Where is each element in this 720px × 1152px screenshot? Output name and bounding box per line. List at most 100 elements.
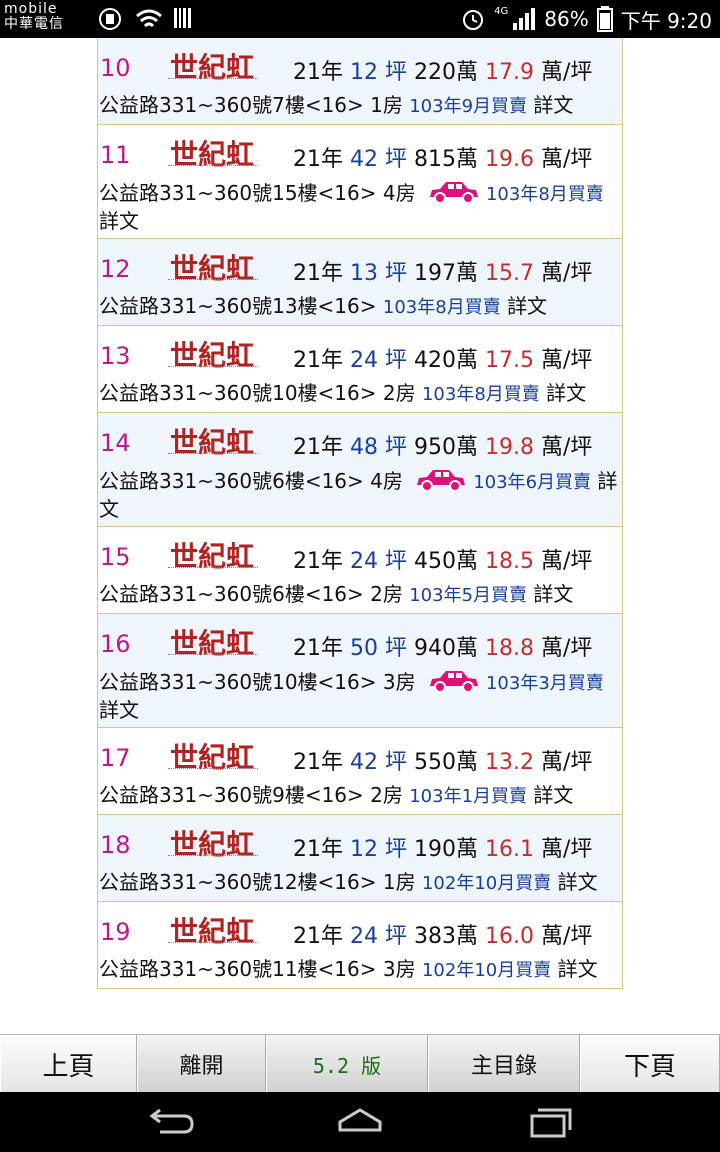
agency-logo: 世紀虹	[168, 336, 280, 372]
unit-price: 19.6	[485, 147, 541, 172]
unit-price: 16.0	[485, 924, 541, 949]
listing-table: 10 世紀虹 21年 12 坪 220萬 17.9 萬/坪 公益路331~360…	[97, 38, 623, 989]
agency-logo: 世紀虹	[168, 738, 280, 774]
main-menu-button[interactable]: 主目錄	[428, 1035, 580, 1093]
alarm-icon	[463, 10, 484, 30]
agency-logo-text: 世紀虹	[170, 339, 255, 372]
row-index: 18	[100, 831, 131, 859]
address-text: 公益路331~360號15樓<16> 4房	[99, 181, 422, 205]
floor-area: 50	[350, 636, 385, 661]
detail-link[interactable]: 詳文	[533, 582, 573, 606]
row-stats: 21年 12 坪 220萬 17.9 萬/坪	[293, 54, 592, 86]
car-icon	[429, 182, 478, 204]
row-summary: 12 世紀虹 21年 13 坪 197萬 15.7 萬/坪	[98, 245, 622, 293]
unit-price: 13.2	[485, 750, 541, 775]
row-index: 12	[100, 255, 131, 283]
address-text: 公益路331~360號6樓<16> 2房	[99, 582, 410, 606]
row-details: 公益路331~360號6樓<16> 4房 103年6月買賣 詳文	[98, 467, 622, 522]
row-stats: 21年 50 坪 940萬 18.8 萬/坪	[293, 630, 592, 662]
trade-date-link[interactable]: 103年5月買賣	[409, 585, 527, 606]
trade-date-link[interactable]: 103年8月買賣	[422, 384, 540, 405]
building-age: 21年	[293, 750, 350, 775]
table-row[interactable]: 11 世紀虹 21年 42 坪 815萬 19.6 萬/坪 公益路331~360…	[98, 125, 622, 239]
row-details: 公益路331~360號13樓<16> 103年8月買賣 詳文	[98, 293, 622, 321]
trade-date-link[interactable]: 103年8月買賣	[383, 297, 501, 318]
total-price: 550萬	[414, 750, 485, 775]
car-icon	[417, 470, 466, 492]
trade-date-link[interactable]: 102年10月買賣	[422, 873, 551, 894]
detail-link[interactable]: 詳文	[558, 870, 598, 894]
detail-link[interactable]: 詳文	[533, 783, 573, 807]
back-icon[interactable]	[140, 1106, 200, 1138]
detail-link[interactable]: 詳文	[99, 209, 139, 233]
exit-button[interactable]: 離開	[137, 1035, 266, 1093]
prev-page-button[interactable]: 上頁	[0, 1035, 137, 1093]
building-age: 21年	[293, 147, 350, 172]
unit-price: 15.7	[485, 261, 541, 286]
trade-date-link[interactable]: 103年6月買賣	[473, 472, 591, 493]
next-page-button[interactable]: 下頁	[580, 1035, 720, 1093]
building-age: 21年	[293, 60, 350, 85]
floor-area: 13	[350, 261, 385, 286]
detail-link[interactable]: 詳文	[546, 381, 586, 405]
recent-apps-icon[interactable]	[520, 1106, 580, 1138]
detail-link[interactable]: 詳文	[558, 957, 598, 981]
row-index: 13	[100, 342, 131, 370]
barcode-icon	[174, 8, 191, 28]
ping-unit: 坪	[385, 435, 414, 460]
agency-logo: 世紀虹	[168, 624, 280, 660]
table-row[interactable]: 12 世紀虹 21年 13 坪 197萬 15.7 萬/坪 公益路331~360…	[98, 239, 622, 326]
floor-area: 48	[350, 435, 385, 460]
unit-price-label: 萬/坪	[540, 348, 593, 373]
detail-link[interactable]: 詳文	[533, 93, 573, 117]
home-icon[interactable]	[330, 1106, 390, 1138]
building-age: 21年	[293, 636, 350, 661]
listing-content[interactable]: 10 世紀虹 21年 12 坪 220萬 17.9 萬/坪 公益路331~360…	[0, 38, 720, 1034]
unit-price: 18.8	[485, 636, 541, 661]
row-index: 16	[100, 630, 131, 658]
row-index: 10	[100, 54, 131, 82]
trade-date-link[interactable]: 103年9月買賣	[409, 96, 527, 117]
unit-price-label: 萬/坪	[540, 924, 593, 949]
address-text: 公益路331~360號7樓<16> 1房	[99, 93, 410, 117]
detail-link[interactable]: 詳文	[99, 698, 139, 722]
battery-level: 86%	[544, 7, 589, 31]
total-price: 220萬	[414, 60, 485, 85]
version-button[interactable]: 5.2 版	[266, 1035, 428, 1093]
address-text: 公益路331~360號12樓<16> 1房	[99, 870, 422, 894]
row-summary: 16 世紀虹 21年 50 坪 940萬 18.8 萬/坪	[98, 620, 622, 668]
detail-link[interactable]: 詳文	[507, 294, 547, 318]
trade-date-link[interactable]: 103年8月買賣	[486, 184, 604, 205]
floor-area: 42	[350, 750, 385, 775]
table-row[interactable]: 16 世紀虹 21年 50 坪 940萬 18.8 萬/坪 公益路331~360…	[98, 614, 622, 728]
row-stats: 21年 24 坪 383萬 16.0 萬/坪	[293, 918, 592, 950]
address-text: 公益路331~360號11樓<16> 3房	[99, 957, 422, 981]
battery-icon	[596, 6, 613, 32]
row-stats: 21年 42 坪 550萬 13.2 萬/坪	[293, 744, 592, 776]
table-row[interactable]: 17 世紀虹 21年 42 坪 550萬 13.2 萬/坪 公益路331~360…	[98, 728, 622, 815]
unit-price-label: 萬/坪	[540, 636, 593, 661]
floor-area: 24	[350, 924, 385, 949]
table-row[interactable]: 10 世紀虹 21年 12 坪 220萬 17.9 萬/坪 公益路331~360…	[98, 38, 622, 125]
floor-area: 24	[350, 348, 385, 373]
agency-logo: 世紀虹	[168, 825, 280, 861]
row-stats: 21年 48 坪 950萬 19.8 萬/坪	[293, 429, 592, 461]
trade-date-link[interactable]: 103年3月買賣	[486, 673, 604, 694]
ping-unit: 坪	[385, 636, 414, 661]
trade-date-link[interactable]: 103年1月買賣	[409, 786, 527, 807]
table-row[interactable]: 13 世紀虹 21年 24 坪 420萬 17.5 萬/坪 公益路331~360…	[98, 326, 622, 413]
trade-date-link[interactable]: 102年10月買賣	[422, 960, 551, 981]
unit-price: 16.1	[485, 837, 541, 862]
table-row[interactable]: 15 世紀虹 21年 24 坪 450萬 18.5 萬/坪 公益路331~360…	[98, 527, 622, 614]
total-price: 450萬	[414, 549, 485, 574]
floor-area: 42	[350, 147, 385, 172]
carrier-label: mobile 中華電信	[4, 2, 64, 32]
carrier-line1: mobile	[4, 1, 58, 17]
row-summary: 19 世紀虹 21年 24 坪 383萬 16.0 萬/坪	[98, 908, 622, 956]
total-price: 190萬	[414, 837, 485, 862]
table-row[interactable]: 19 世紀虹 21年 24 坪 383萬 16.0 萬/坪 公益路331~360…	[98, 902, 622, 989]
table-row[interactable]: 14 世紀虹 21年 48 坪 950萬 19.8 萬/坪 公益路331~360…	[98, 413, 622, 527]
carrier-line2: 中華電信	[4, 16, 64, 32]
row-index: 17	[100, 744, 131, 772]
table-row[interactable]: 18 世紀虹 21年 12 坪 190萬 16.1 萬/坪 公益路331~360…	[98, 815, 622, 902]
